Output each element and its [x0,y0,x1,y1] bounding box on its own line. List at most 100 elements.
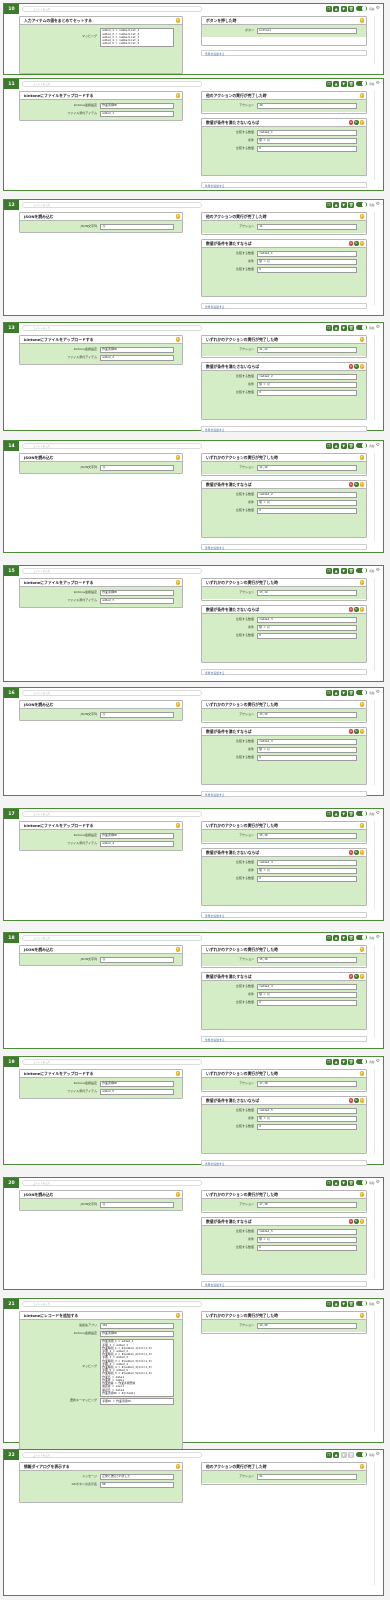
setting-input[interactable]: 作業手順DB [100,832,174,840]
setting-input[interactable]: button1 [257,27,357,35]
copy-icon[interactable]: ❐ [325,201,332,208]
comment-input[interactable]: コメントを入力 [22,934,202,941]
move-down-icon[interactable]: ▼ [340,689,347,696]
gear-icon[interactable]: ⚙ [376,935,380,941]
comment-input[interactable]: コメントを入力 [22,442,202,449]
move-up-icon[interactable]: ▲ [333,201,340,208]
remove-condition-icon[interactable]: × [348,482,353,487]
setting-input[interactable]: 17,18 [257,1080,357,1088]
help-icon[interactable]: ? [175,823,180,828]
help-icon[interactable]: ? [359,1313,364,1318]
setting-input[interactable]: 作業手順DB [100,102,174,110]
setting-input[interactable]: 値 = 以 [257,381,357,389]
setting-input[interactable]: 10 [257,102,357,110]
gear-icon[interactable]: ⚙ [376,1180,380,1186]
remove-condition-icon[interactable]: × [348,120,353,125]
copy-icon[interactable]: ❐ [325,1300,332,1307]
help-icon[interactable]: ? [359,120,364,125]
setting-input[interactable]: 値 = 以 [257,867,357,875]
add-condition-button[interactable]: 条件を追加する [201,791,367,797]
enable-toggle[interactable] [355,1300,367,1307]
move-down-icon[interactable]: ▼ [340,201,347,208]
comment-input[interactable]: コメントを入力 [22,689,202,696]
setting-input[interactable]: =added_5 [257,1228,357,1236]
setting-input[interactable]: 0 [257,145,357,153]
comment-input[interactable]: コメントを入力 [22,1179,202,1186]
remove-condition-icon[interactable]: × [348,729,353,734]
move-up-icon[interactable]: ▲ [333,5,340,12]
move-down-icon[interactable]: ▼ [340,1451,347,1458]
setting-input[interactable]: 15,16 [257,832,357,840]
right-scroll-track[interactable] [374,1069,375,1154]
help-icon[interactable]: ? [359,241,364,246]
setting-input[interactable]: 作業手順DB [100,589,174,597]
right-scroll-track[interactable] [374,821,375,910]
comment-input[interactable]: コメントを入力 [22,5,202,12]
setting-input[interactable]: 161 [100,1322,174,1330]
help-icon[interactable]: ? [175,455,180,460]
delete-icon[interactable]: 🗑 [348,442,355,449]
gear-icon[interactable]: ⚙ [376,6,380,12]
setting-input[interactable]: 11,12 [257,464,357,472]
copy-icon[interactable]: ❐ [325,567,332,574]
setting-input[interactable]: 19,20 [257,1322,357,1330]
delete-icon[interactable]: 🗑 [348,80,355,87]
help-icon[interactable]: ? [359,607,364,612]
move-down-icon[interactable]: ▼ [340,1179,347,1186]
help-icon[interactable]: ? [359,337,364,342]
setting-input[interactable]: 0 [257,632,357,640]
setting-input[interactable]: 0 [257,999,357,1007]
setting-input[interactable]: 正常に送信されました [100,1473,174,1481]
gear-icon[interactable]: ⚙ [376,325,380,331]
remove-condition-icon[interactable]: × [348,1098,353,1103]
move-up-icon[interactable]: ▲ [333,324,340,331]
remove-condition-icon[interactable]: × [348,850,353,855]
help-icon[interactable]: ? [359,947,364,952]
setting-input[interactable]: =added_2 [257,491,357,499]
help-icon[interactable]: ? [175,214,180,219]
gear-icon[interactable]: ⚙ [376,1301,380,1307]
setting-input[interactable]: 13,14 [257,589,357,597]
help-icon[interactable]: ? [359,482,364,487]
add-condition-button[interactable]: 条件を追加する [201,1281,367,1287]
copy-icon[interactable]: ❐ [325,1451,332,1458]
help-icon[interactable]: ? [359,1071,364,1076]
setting-input[interactable]: 値 = 以 [257,1115,357,1123]
refresh-icon[interactable]: ↻ [354,850,359,855]
remove-condition-icon[interactable]: × [348,607,353,612]
setting-input[interactable]: =added_5 [257,1107,357,1115]
setting-input[interactable]: 21 [257,1473,357,1481]
help-icon[interactable]: ? [359,93,364,98]
move-down-icon[interactable]: ▼ [340,80,347,87]
move-down-icon[interactable]: ▼ [340,934,347,941]
setting-input[interactable]: added_3 [100,597,174,605]
help-icon[interactable]: ? [175,702,180,707]
copy-icon[interactable]: ❐ [325,810,332,817]
add-condition-button[interactable]: 条件を追加する [201,669,367,675]
right-scroll-track[interactable] [374,453,375,542]
setting-input[interactable]: =added_2 [257,373,357,381]
right-scroll-track[interactable] [374,16,375,64]
setting-input[interactable]: 作業手順DB [100,1080,174,1088]
help-icon[interactable]: ? [359,1098,364,1103]
comment-input[interactable]: コメントを入力 [22,810,202,817]
enable-toggle[interactable] [355,689,367,696]
setting-input[interactable]: =added_4 [257,859,357,867]
setting-input[interactable]: =added_1 [257,129,357,137]
setting-input[interactable]: 0 [257,389,357,397]
setting-input[interactable]: {} [100,1201,174,1209]
remove-condition-icon[interactable]: × [348,364,353,369]
gear-icon[interactable]: ⚙ [376,811,380,817]
setting-input[interactable]: 値 > 以 [257,1236,357,1244]
right-scroll-track[interactable] [374,91,375,180]
comment-input[interactable]: コメントを入力 [22,324,202,331]
setting-input[interactable]: =added_3 [257,738,357,746]
delete-icon[interactable]: 🗑 [348,201,355,208]
move-down-icon[interactable]: ▼ [340,442,347,449]
setting-input[interactable]: 値 = 以 [257,137,357,145]
gear-icon[interactable]: ⚙ [376,81,380,87]
enable-toggle[interactable] [355,442,367,449]
help-icon[interactable]: ? [359,974,364,979]
delete-icon[interactable]: 🗑 [348,324,355,331]
add-condition-button[interactable]: 条件を追加する [201,912,367,918]
